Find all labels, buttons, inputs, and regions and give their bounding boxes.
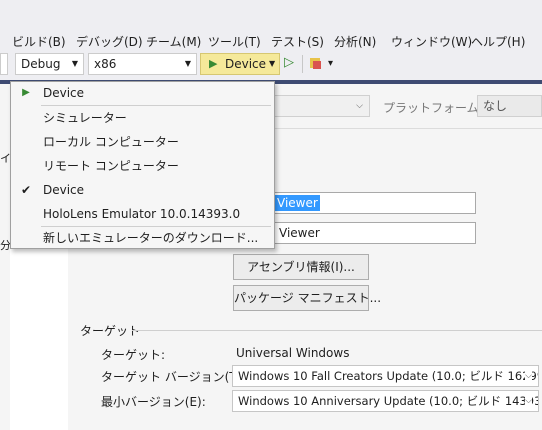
dropdown-header-label: Device bbox=[43, 86, 85, 100]
target-version-label: ターゲット バージョン(T): bbox=[101, 370, 246, 384]
configuration-select[interactable]: ⌵ bbox=[268, 95, 370, 117]
side-panel-strip bbox=[0, 84, 10, 430]
min-version-label: 最小バージョン(E): bbox=[101, 395, 206, 409]
platform-dropdown[interactable]: x86 ▼ bbox=[88, 53, 197, 75]
dropdown-item-label: 新しいエミュレーターのダウンロード... bbox=[43, 231, 259, 245]
dropdown-item-label: ローカル コンピューター bbox=[43, 135, 179, 149]
chevron-down-icon: ⌵ bbox=[525, 391, 532, 411]
platform-select[interactable]: なし bbox=[477, 95, 542, 117]
checkmark-icon: ✔ bbox=[20, 183, 32, 197]
toolbar-overflow[interactable] bbox=[0, 53, 8, 75]
dropdown-item-label: シミュレーター bbox=[43, 111, 127, 125]
menu-build[interactable]: ビルド(B) bbox=[12, 33, 66, 50]
run-device-button[interactable]: ▶ Device ▼ bbox=[200, 53, 280, 75]
menu-bar: ビルド(B) デバッグ(D) チーム(M) ツール(T) テスト(S) 分析(N… bbox=[0, 0, 542, 80]
menu-team[interactable]: チーム(M) bbox=[146, 33, 201, 50]
chevron-down-icon: ▼ bbox=[71, 59, 78, 68]
menu-analyze[interactable]: 分析(N) bbox=[334, 33, 376, 50]
target-version-select[interactable]: Windows 10 Fall Creators Update (10.0; ビ… bbox=[232, 365, 539, 387]
divider bbox=[268, 128, 542, 129]
dropdown-item-label: HoloLens Emulator 10.0.14393.0 bbox=[43, 207, 241, 221]
toolbar-more-icon[interactable]: ▾ bbox=[328, 58, 333, 69]
target-version-value: Windows 10 Fall Creators Update (10.0; ビ… bbox=[238, 369, 539, 383]
hot-reload-icon[interactable] bbox=[308, 55, 324, 71]
chevron-down-icon: ▼ bbox=[269, 59, 276, 68]
platform-value: x86 bbox=[94, 57, 117, 71]
start-without-debug-icon[interactable]: ▷ bbox=[284, 55, 294, 70]
play-icon: ▶ bbox=[209, 57, 218, 70]
dropdown-item-download-emulators[interactable]: 新しいエミュレーターのダウンロード... bbox=[11, 227, 274, 249]
play-icon: ▶ bbox=[22, 87, 30, 98]
min-version-select[interactable]: Windows 10 Anniversary Update (10.0; ビルド… bbox=[232, 390, 539, 412]
dropdown-header[interactable]: ▶ Device bbox=[11, 82, 274, 104]
target-value: Universal Windows bbox=[236, 346, 350, 360]
run-target-dropdown: ▶ Device シミュレーター ローカル コンピューター リモート コンピュー… bbox=[10, 81, 275, 249]
platform-select-value: なし bbox=[483, 99, 508, 113]
target-section-title: ターゲット bbox=[80, 324, 141, 338]
config-value: Debug bbox=[21, 57, 61, 71]
chevron-down-icon: ⌵ bbox=[356, 101, 363, 111]
run-target-label: Device bbox=[225, 57, 267, 71]
menu-tools[interactable]: ツール(T) bbox=[208, 33, 261, 50]
dropdown-separator bbox=[41, 105, 271, 106]
dropdown-item-label: リモート コンピューター bbox=[43, 159, 179, 173]
package-manifest-button[interactable]: パッケージ マニフェスト... bbox=[233, 285, 381, 311]
section-divider bbox=[132, 330, 542, 331]
dropdown-item-hololens-emulator[interactable]: HoloLens Emulator 10.0.14393.0 bbox=[11, 203, 274, 225]
toolbar-separator bbox=[302, 55, 303, 73]
target-label: ターゲット: bbox=[101, 348, 166, 362]
assembly-info-button[interactable]: アセンブリ情報(I)... bbox=[233, 254, 369, 280]
dropdown-item-device[interactable]: ✔ Device bbox=[11, 179, 274, 201]
menu-debug[interactable]: デバッグ(D) bbox=[76, 33, 143, 50]
chevron-down-icon: ⌵ bbox=[525, 366, 532, 386]
menu-test[interactable]: テスト(S) bbox=[271, 33, 324, 50]
dropdown-item-local-machine[interactable]: ローカル コンピューター bbox=[11, 131, 274, 153]
chevron-down-icon: ▼ bbox=[184, 59, 191, 68]
dropdown-item-label: Device bbox=[43, 183, 85, 197]
menu-window[interactable]: ウィンドウ(W) bbox=[391, 33, 472, 50]
default-namespace-value: Viewer bbox=[279, 226, 320, 240]
min-version-value: Windows 10 Anniversary Update (10.0; ビルド… bbox=[238, 394, 539, 408]
dropdown-item-remote-machine[interactable]: リモート コンピューター bbox=[11, 155, 274, 177]
dropdown-item-simulator[interactable]: シミュレーター bbox=[11, 107, 274, 129]
menu-help[interactable]: ヘルプ(H) bbox=[471, 33, 525, 50]
config-dropdown[interactable]: Debug ▼ bbox=[15, 53, 84, 75]
